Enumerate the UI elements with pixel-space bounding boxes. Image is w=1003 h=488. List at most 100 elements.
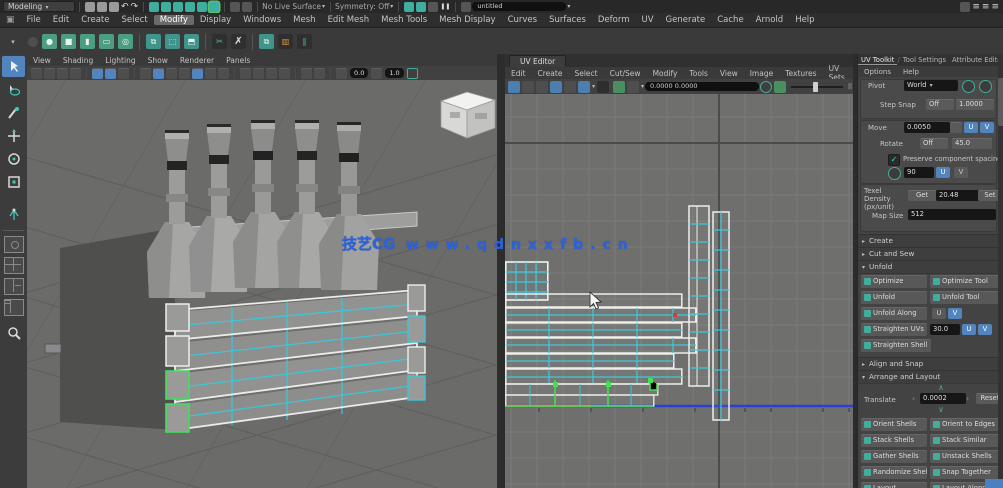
uv-image-display-icon[interactable] [597,81,609,93]
redo-icon[interactable]: ↷ [131,2,139,12]
menu-set-dropdown[interactable]: Modeling ▾ [3,1,75,12]
scale-tool[interactable] [2,171,25,192]
shelf-mirror-icon[interactable]: ⧉ [259,34,274,49]
menu-edit[interactable]: Edit [47,15,75,25]
texel-get-button[interactable]: Get [908,190,936,201]
texel-value-field[interactable]: 20.48 [936,190,980,201]
unfold-tool-button[interactable]: Unfold Tool [930,291,1000,304]
four-pane-layout-button[interactable] [4,257,24,274]
uv-editor-canvas[interactable] [505,94,853,488]
select-camera-icon[interactable] [31,68,42,79]
vp-menu-view[interactable]: View [27,56,57,65]
snap-view-plane-icon[interactable] [197,2,207,12]
gamma-field[interactable]: 1.0 [385,68,403,78]
unfold-button[interactable]: Unfold [861,291,927,304]
tool-settings-icon[interactable]: ≡ [991,2,999,12]
menu-surfaces[interactable]: Surfaces [543,15,592,25]
straighten-u-button[interactable]: U [962,324,976,335]
uv-gamma-icon[interactable] [774,81,786,93]
lasso-tool[interactable] [2,79,25,100]
snap-together-button[interactable]: Snap Together [930,466,1000,479]
optimize-tool-button[interactable]: Optimize Tool [930,275,1000,288]
section-align-snap[interactable]: ▸Align and Snap [858,357,1003,371]
shelf-symmetry-icon[interactable]: ∥ [297,34,312,49]
make-live-icon[interactable] [209,2,219,12]
map-size-field[interactable]: 512 [908,209,996,220]
bookmark-icon[interactable] [70,68,81,79]
translate-value-field[interactable]: 0.0002 [920,393,966,404]
gate-mask-icon[interactable] [279,68,290,79]
shelf-combine-icon[interactable]: ⧉ [146,34,161,49]
move-u-button[interactable]: U [964,122,978,133]
menu-cache[interactable]: Cache [711,15,749,25]
camera-attributes-icon[interactable] [57,68,68,79]
character-icon[interactable] [960,2,970,12]
gamma-icon[interactable] [371,68,382,79]
straighten-v-button[interactable]: V [978,324,992,335]
rotate-tool[interactable] [2,148,25,169]
snap-curve-icon[interactable] [161,2,171,12]
menu-mesh-tools[interactable]: Mesh Tools [375,15,433,25]
menu-select[interactable]: Select [115,15,153,25]
menu-uv[interactable]: UV [635,15,659,25]
layout-along-button[interactable]: Layout Along [930,482,992,488]
channel-box-icon[interactable]: ≡ [972,2,980,12]
menu-mesh-display[interactable]: Mesh Display [433,15,501,25]
vp-menu-show[interactable]: Show [142,56,174,65]
field-chart-icon[interactable] [253,68,264,79]
uv-shell-bars[interactable] [506,294,696,384]
symmetry-label[interactable]: Symmetry: Off [335,2,389,11]
attribute-editor-icon[interactable]: ≡ [982,2,990,12]
shelf-separate-icon[interactable]: ⬚ [165,34,180,49]
shadows-icon[interactable] [192,68,203,79]
translate-up-icon[interactable]: ∧ [938,384,944,392]
vp-menu-panels[interactable]: Panels [220,56,256,65]
uv-shell-tall-1[interactable] [689,206,709,386]
pivot-reset-icon[interactable] [962,80,975,93]
image-plane-icon[interactable] [92,68,103,79]
toolkit-scrollbar[interactable] [998,54,1003,488]
snap-projected-center-icon[interactable] [185,2,195,12]
shelf-mirror-orange-icon[interactable]: ▥ [278,34,293,49]
menu-deform[interactable]: Deform [592,15,636,25]
vp-menu-renderer[interactable]: Renderer [174,56,220,65]
corner-highlight-button[interactable] [985,479,1003,488]
menu-edit-mesh[interactable]: Edit Mesh [322,15,376,25]
uv-menu-create[interactable]: Create [532,69,569,78]
stack-shells-button[interactable]: Stack Shells [861,434,927,447]
rotate-angle-field[interactable]: 45.0 [952,138,992,149]
paint-select-tool[interactable] [2,102,25,123]
uv-exposure-icon[interactable] [760,81,772,93]
uv-menu-image[interactable]: Image [744,69,780,78]
textured-icon[interactable] [166,68,177,79]
flip-icon[interactable] [888,167,901,180]
use-all-lights-icon[interactable] [179,68,190,79]
menu-create[interactable]: Create [75,15,115,25]
move-v-button[interactable]: V [980,122,994,133]
open-scene-icon[interactable] [97,2,107,12]
uv-menu-textures[interactable]: Textures [779,69,822,78]
uv-checker-icon[interactable] [578,81,590,93]
uv-menu-tools[interactable]: Tools [683,69,713,78]
panel-divider-left[interactable] [497,54,505,488]
section-create[interactable]: ▸Create [858,234,1003,248]
exposure-field[interactable]: 0.0 [350,68,368,78]
uv-editor-tab[interactable]: UV Editor [509,55,566,67]
exposure-icon[interactable] [336,68,347,79]
move-tool[interactable] [2,125,25,146]
toolkit-menu-help[interactable]: Help [897,68,925,76]
move-field[interactable]: 0.0050 [904,122,950,133]
uv-menu-view[interactable]: View [714,69,744,78]
shelf-delete-icon[interactable]: ✗ [231,34,246,49]
optimize-button[interactable]: Optimize [861,275,927,288]
isolate-select-icon[interactable] [240,68,251,79]
section-arrange-layout[interactable]: ▾Arrange and Layout [858,370,1003,384]
translate-right-button[interactable]: › [966,395,969,403]
translate-down-button[interactable]: ∨ [938,406,944,414]
outliner-persp-layout-button[interactable] [4,299,24,316]
menu-mesh[interactable]: Mesh [287,15,321,25]
ipr-render-icon[interactable] [416,2,426,12]
menu-file[interactable]: File [21,15,47,25]
snap-grid-icon[interactable] [149,2,159,12]
viewport-renderer-icon[interactable] [407,68,418,79]
